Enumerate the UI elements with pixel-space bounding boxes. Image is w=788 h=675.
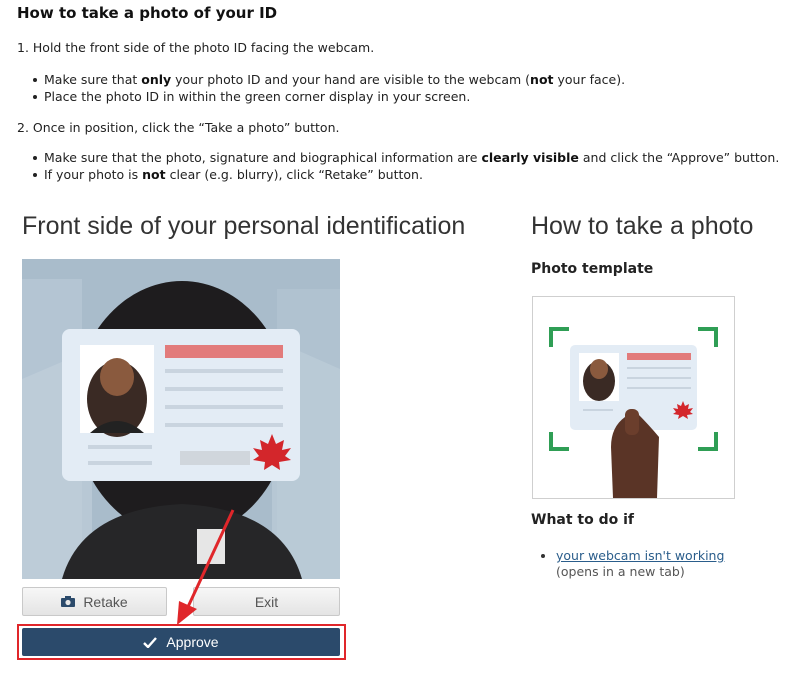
list-item: your webcam isn't working (opens in a ne…	[541, 548, 761, 580]
step-1-bullets: Make sure that only your photo ID and yo…	[33, 71, 625, 105]
list-item: If your photo is not clear (e.g. blurry)…	[33, 166, 779, 183]
instructions-title: How to take a photo of your ID	[17, 4, 278, 22]
approve-button[interactable]: Approve	[22, 628, 340, 656]
exit-label: Exit	[254, 593, 279, 610]
list-item: Make sure that only your photo ID and yo…	[33, 71, 625, 88]
photo-template-label: Photo template	[531, 261, 654, 277]
webcam-help-link[interactable]: your webcam isn't working	[556, 548, 724, 563]
check-icon	[143, 636, 158, 648]
what-to-do-label: What to do if	[531, 512, 635, 528]
help-list: your webcam isn't working (opens in a ne…	[541, 548, 761, 580]
bullet-dot	[541, 554, 545, 558]
step-2-bullets: Make sure that the photo, signature and …	[33, 149, 779, 183]
retake-button[interactable]: Retake	[22, 587, 167, 616]
retake-label: Retake	[83, 593, 128, 610]
approve-label: Approve	[166, 634, 219, 650]
list-item: Make sure that the photo, signature and …	[33, 149, 779, 166]
photo-template-image	[532, 296, 735, 499]
list-item: Place the photo ID in within the green c…	[33, 88, 625, 105]
link-suffix: (opens in a new tab)	[556, 564, 685, 579]
annotation-arrow	[177, 509, 235, 625]
left-panel-heading: Front side of your personal identificati…	[22, 212, 466, 240]
right-panel-heading: How to take a photo	[531, 212, 754, 240]
step-2-text: 2. Once in position, click the “Take a p…	[17, 120, 340, 135]
step-1-text: 1. Hold the front side of the photo ID f…	[17, 40, 375, 55]
camera-icon	[61, 596, 76, 607]
